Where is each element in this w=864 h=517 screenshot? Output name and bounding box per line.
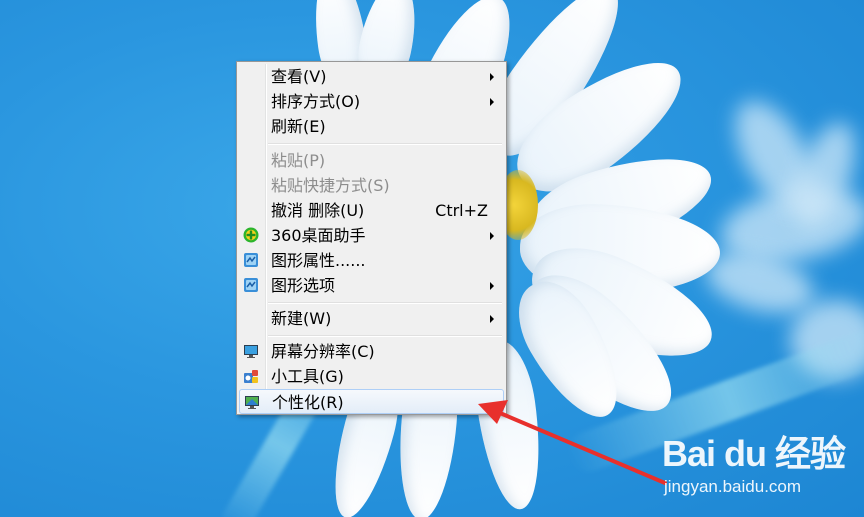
menu-separator xyxy=(268,335,502,337)
menu-item-paste-shortcut: 粘贴快捷方式(S) xyxy=(239,173,504,198)
menu-item-screen-resolution[interactable]: 屏幕分辨率(C) xyxy=(239,339,504,364)
menu-item-view[interactable]: 查看(V) xyxy=(239,64,504,89)
menu-item-label: 图形选项 xyxy=(271,276,336,295)
menu-item-label: 刷新(E) xyxy=(271,117,326,136)
submenu-arrow-icon xyxy=(490,282,494,290)
monitor-icon xyxy=(244,345,258,358)
desktop-context-menu: 查看(V) 排序方式(O) 刷新(E) 粘贴(P) 粘贴快捷方式(S) 撤消 删… xyxy=(236,61,507,415)
menu-separator xyxy=(268,143,502,145)
graphics-icon xyxy=(244,278,258,292)
menu-item-label: 粘贴快捷方式(S) xyxy=(271,176,390,195)
menu-item-graphics-properties[interactable]: 图形属性...... xyxy=(239,248,504,273)
graphics-icon xyxy=(244,253,258,267)
watermark-logo: Bai du 经验 xyxy=(662,433,846,474)
menu-item-label: 屏幕分辨率(C) xyxy=(271,342,375,361)
menu-separator xyxy=(268,302,502,304)
submenu-arrow-icon xyxy=(490,315,494,323)
menu-item-360-desktop-helper[interactable]: 360桌面助手 xyxy=(239,223,504,248)
menu-item-label: 撤消 删除(U) xyxy=(271,201,365,220)
menu-item-label: 查看(V) xyxy=(271,67,327,86)
menu-item-label: 排序方式(O) xyxy=(271,92,361,111)
submenu-arrow-icon xyxy=(490,98,494,106)
menu-item-shortcut: Ctrl+Z xyxy=(435,201,488,220)
menu-item-refresh[interactable]: 刷新(E) xyxy=(239,114,504,139)
menu-item-label: 360桌面助手 xyxy=(271,226,366,245)
menu-item-gadgets[interactable]: 小工具(G) xyxy=(239,364,504,389)
menu-item-label: 图形属性...... xyxy=(271,251,366,270)
personalize-icon xyxy=(245,396,259,409)
360-plus-icon xyxy=(243,227,259,243)
menu-item-graphics-options[interactable]: 图形选项 xyxy=(239,273,504,298)
menu-item-label: 粘贴(P) xyxy=(271,151,326,170)
menu-item-personalize[interactable]: 个性化(R) xyxy=(239,389,504,414)
menu-item-label: 小工具(G) xyxy=(271,367,344,386)
menu-item-paste: 粘贴(P) xyxy=(239,148,504,173)
watermark-url: jingyan.baidu.com xyxy=(664,477,802,496)
menu-item-sort-by[interactable]: 排序方式(O) xyxy=(239,89,504,114)
menu-item-new[interactable]: 新建(W) xyxy=(239,306,504,331)
menu-item-label: 新建(W) xyxy=(271,309,332,328)
gadgets-icon xyxy=(244,370,258,383)
submenu-arrow-icon xyxy=(490,232,494,240)
menu-item-undo-delete[interactable]: 撤消 删除(U) Ctrl+Z xyxy=(239,198,504,223)
submenu-arrow-icon xyxy=(490,73,494,81)
menu-item-label: 个性化(R) xyxy=(272,393,344,412)
